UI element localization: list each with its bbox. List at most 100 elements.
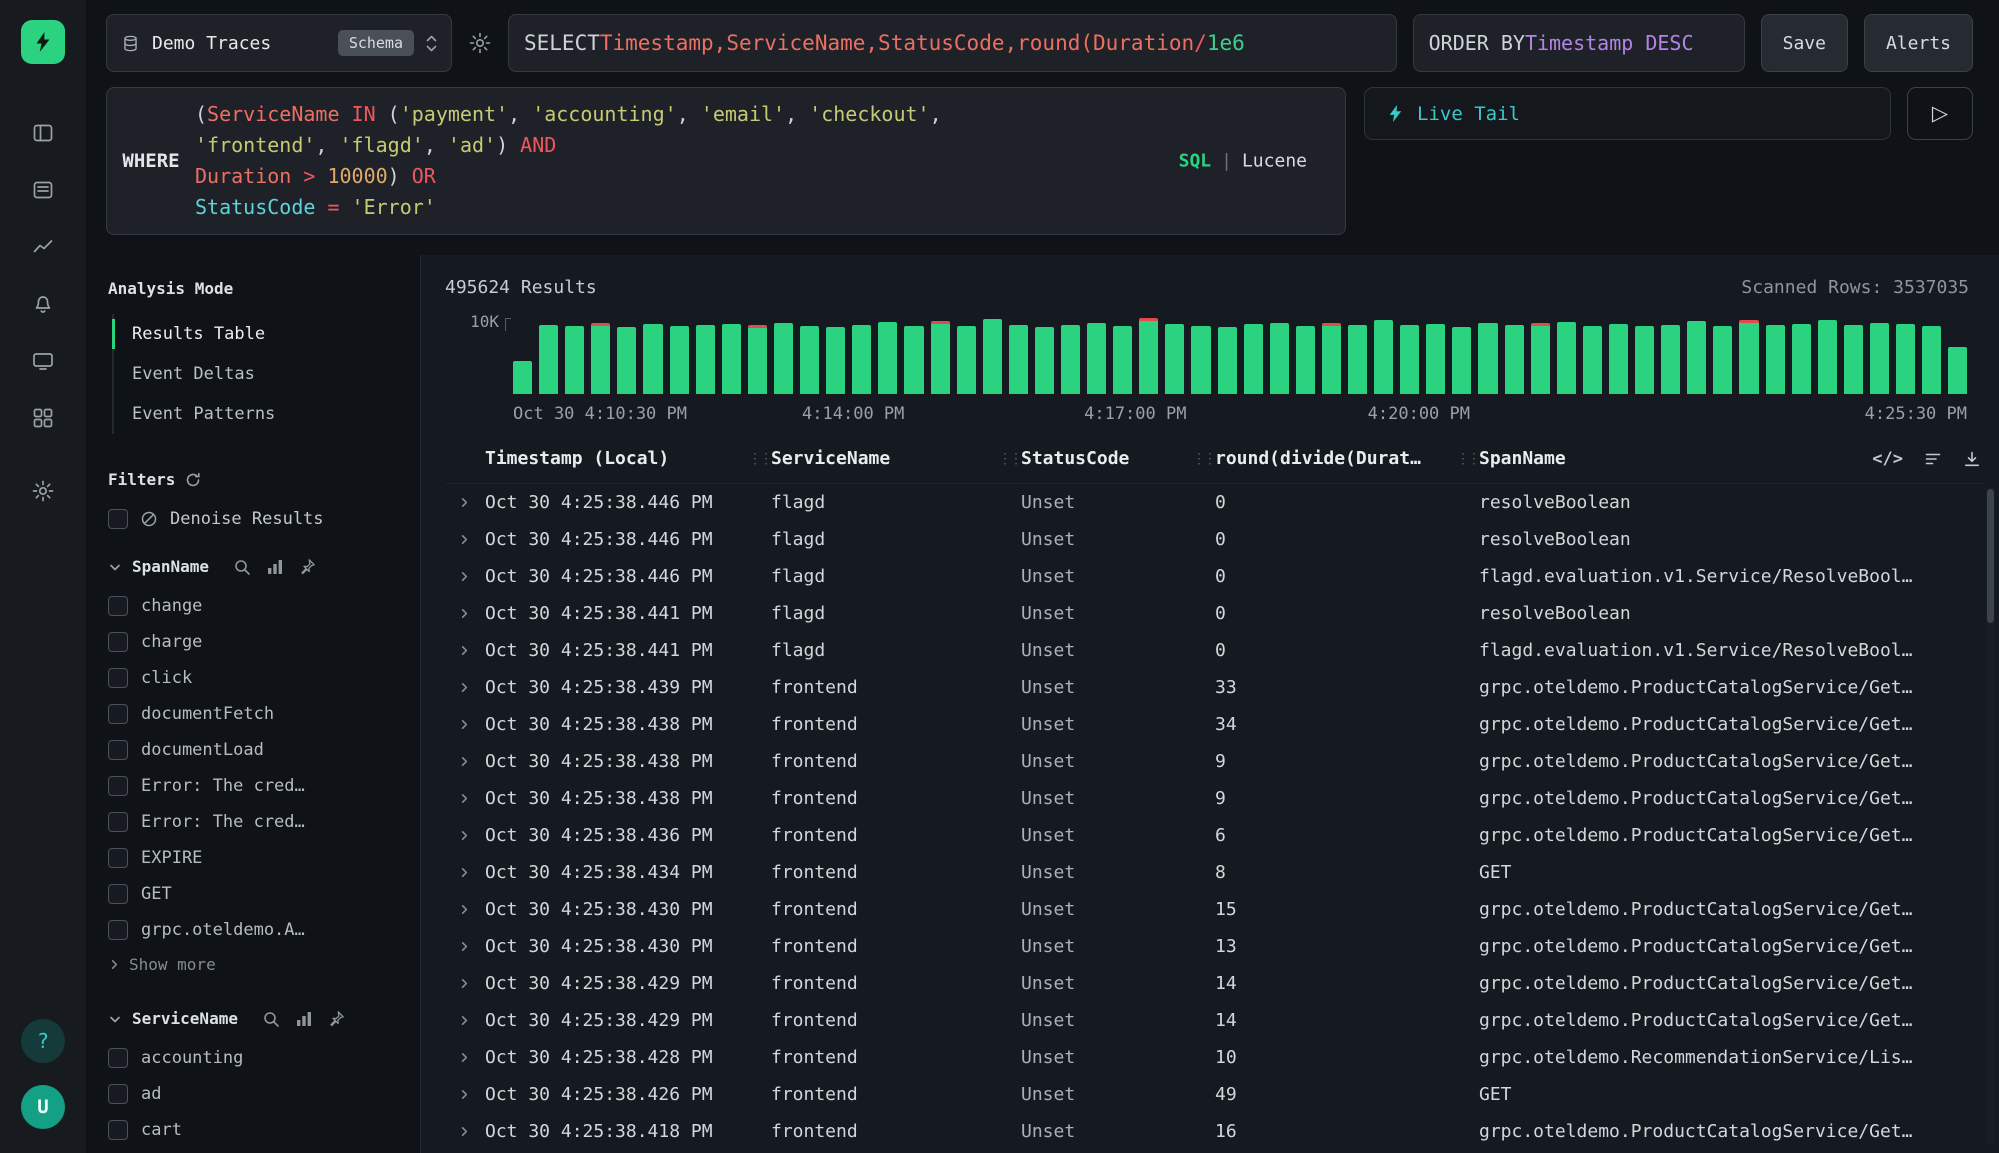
source-select[interactable]: Demo Traces Schema — [106, 14, 452, 72]
column-drag-handle[interactable]: ⋮⋮ — [748, 451, 770, 467]
show-more-link[interactable]: Show more — [108, 947, 410, 981]
filter-option[interactable]: Error: The cred… — [108, 768, 410, 803]
table-row[interactable]: Oct 30 4:25:38.418 PMfrontendUnset16grpc… — [445, 1113, 1985, 1150]
chart-bar[interactable] — [1870, 318, 1889, 394]
col-header-statuscode[interactable]: ⋮⋮StatusCode — [995, 448, 1189, 469]
row-expand-chevron[interactable] — [445, 1014, 483, 1027]
help-button[interactable]: ? — [21, 1019, 65, 1063]
chart-bar[interactable] — [774, 318, 793, 394]
row-expand-chevron[interactable] — [445, 792, 483, 805]
checkbox[interactable] — [108, 704, 128, 724]
sessions-monitor-icon[interactable] — [30, 348, 56, 374]
chart-bar[interactable] — [1348, 318, 1367, 394]
chart-bar[interactable] — [1583, 318, 1602, 394]
chart-bar[interactable] — [1113, 318, 1132, 394]
chart-bar[interactable] — [670, 318, 689, 394]
chart-bar[interactable] — [957, 318, 976, 394]
filter-option[interactable]: GET — [108, 876, 410, 911]
table-scrollbar[interactable] — [1986, 487, 1995, 1145]
chart-bar[interactable] — [878, 318, 897, 394]
chart-bar[interactable] — [1191, 318, 1210, 394]
row-expand-chevron[interactable] — [445, 496, 483, 509]
table-row[interactable]: Oct 30 4:25:38.438 PMfrontendUnset34grpc… — [445, 706, 1985, 743]
refresh-filters-icon[interactable] — [185, 472, 201, 488]
chart-icon[interactable] — [266, 558, 284, 576]
checkbox[interactable] — [108, 1120, 128, 1140]
row-expand-chevron[interactable] — [445, 903, 483, 916]
row-expand-chevron[interactable] — [445, 1051, 483, 1064]
chart-bar[interactable] — [1478, 318, 1497, 394]
dashboards-grid-icon[interactable] — [30, 405, 56, 431]
app-logo[interactable] — [21, 20, 65, 64]
analysis-mode-item[interactable]: Results Table — [114, 314, 410, 354]
checkbox[interactable] — [108, 1048, 128, 1068]
filter-option[interactable]: documentLoad — [108, 732, 410, 767]
filter-group-name[interactable]: ServiceName — [132, 1009, 238, 1028]
row-expand-chevron[interactable] — [445, 940, 483, 953]
scrollbar-thumb[interactable] — [1987, 489, 1994, 623]
checkbox[interactable] — [108, 632, 128, 652]
chart-bar[interactable] — [1896, 318, 1915, 394]
chart-bar[interactable] — [513, 318, 532, 394]
checkbox[interactable] — [108, 812, 128, 832]
chart-bar[interactable] — [1922, 318, 1941, 394]
chart-bar[interactable] — [1818, 318, 1837, 394]
chart-bar[interactable] — [1739, 318, 1758, 394]
table-row[interactable]: Oct 30 4:25:38.430 PMfrontendUnset15grpc… — [445, 891, 1985, 928]
settings-gear-icon[interactable] — [30, 478, 56, 504]
col-header-servicename[interactable]: ⋮⋮ServiceName — [745, 448, 995, 469]
filter-option[interactable]: change — [108, 588, 410, 623]
chart-bar[interactable] — [983, 318, 1002, 394]
code-view-icon[interactable]: </> — [1872, 449, 1903, 469]
filter-option[interactable]: cart — [108, 1112, 410, 1147]
table-row[interactable]: Oct 30 4:25:38.446 PMflagdUnset0resolveB… — [445, 521, 1985, 558]
checkbox[interactable] — [108, 884, 128, 904]
table-row[interactable]: Oct 30 4:25:38.441 PMflagdUnset0flagd.ev… — [445, 632, 1985, 669]
chart-bar[interactable] — [1400, 318, 1419, 394]
chart-bar[interactable] — [1766, 318, 1785, 394]
table-row[interactable]: Oct 30 4:25:38.439 PMfrontendUnset33grpc… — [445, 669, 1985, 706]
chevron-down-icon[interactable] — [108, 1012, 122, 1026]
chart-bar[interactable] — [1713, 318, 1732, 394]
alerts-button[interactable]: Alerts — [1864, 14, 1973, 72]
row-expand-chevron[interactable] — [445, 533, 483, 546]
filter-option[interactable]: grpc.oteldemo.A… — [108, 912, 410, 947]
chart-bar[interactable] — [1139, 318, 1158, 394]
chevron-down-icon[interactable] — [108, 560, 122, 574]
checkbox[interactable] — [108, 668, 128, 688]
row-expand-chevron[interactable] — [445, 1125, 483, 1138]
chart-line-icon[interactable] — [30, 234, 56, 260]
chart-bar[interactable] — [643, 318, 662, 394]
user-avatar[interactable]: U — [21, 1085, 65, 1129]
save-button[interactable]: Save — [1761, 14, 1848, 72]
chart-bar[interactable] — [1009, 318, 1028, 394]
chart-bar[interactable] — [1061, 318, 1080, 394]
where-editor[interactable]: WHERE (ServiceName IN ('payment', 'accou… — [106, 87, 1346, 235]
run-query-button[interactable]: ▷ — [1907, 87, 1973, 140]
row-expand-chevron[interactable] — [445, 866, 483, 879]
chart-bar[interactable] — [852, 318, 871, 394]
chart-bar[interactable] — [1296, 318, 1315, 394]
chart-bar[interactable] — [539, 318, 558, 394]
chart-bar[interactable] — [931, 318, 950, 394]
chart-bar[interactable] — [1531, 318, 1550, 394]
table-row[interactable]: Oct 30 4:25:38.436 PMfrontendUnset6grpc.… — [445, 817, 1985, 854]
chart-bar[interactable] — [904, 318, 923, 394]
analysis-mode-item[interactable]: Event Patterns — [114, 394, 410, 434]
denoise-toggle[interactable]: Denoise Results — [108, 509, 410, 529]
row-expand-chevron[interactable] — [445, 829, 483, 842]
chart-bar[interactable] — [1452, 318, 1471, 394]
chart-bar[interactable] — [1374, 318, 1393, 394]
column-drag-handle[interactable]: ⋮⋮ — [1192, 451, 1214, 467]
chart-bar[interactable] — [1661, 318, 1680, 394]
row-expand-chevron[interactable] — [445, 681, 483, 694]
table-row[interactable]: Oct 30 4:25:38.438 PMfrontendUnset9grpc.… — [445, 743, 1985, 780]
chart-bar[interactable] — [1218, 318, 1237, 394]
row-density-icon[interactable] — [1924, 450, 1942, 468]
table-row[interactable]: Oct 30 4:25:38.434 PMfrontendUnset8GET — [445, 854, 1985, 891]
chart-bar[interactable] — [1270, 318, 1289, 394]
sidebar-panels-icon[interactable] — [30, 120, 56, 146]
analysis-mode-item[interactable]: Event Deltas — [114, 354, 410, 394]
checkbox[interactable] — [108, 1084, 128, 1104]
search-icon[interactable] — [262, 1010, 280, 1028]
